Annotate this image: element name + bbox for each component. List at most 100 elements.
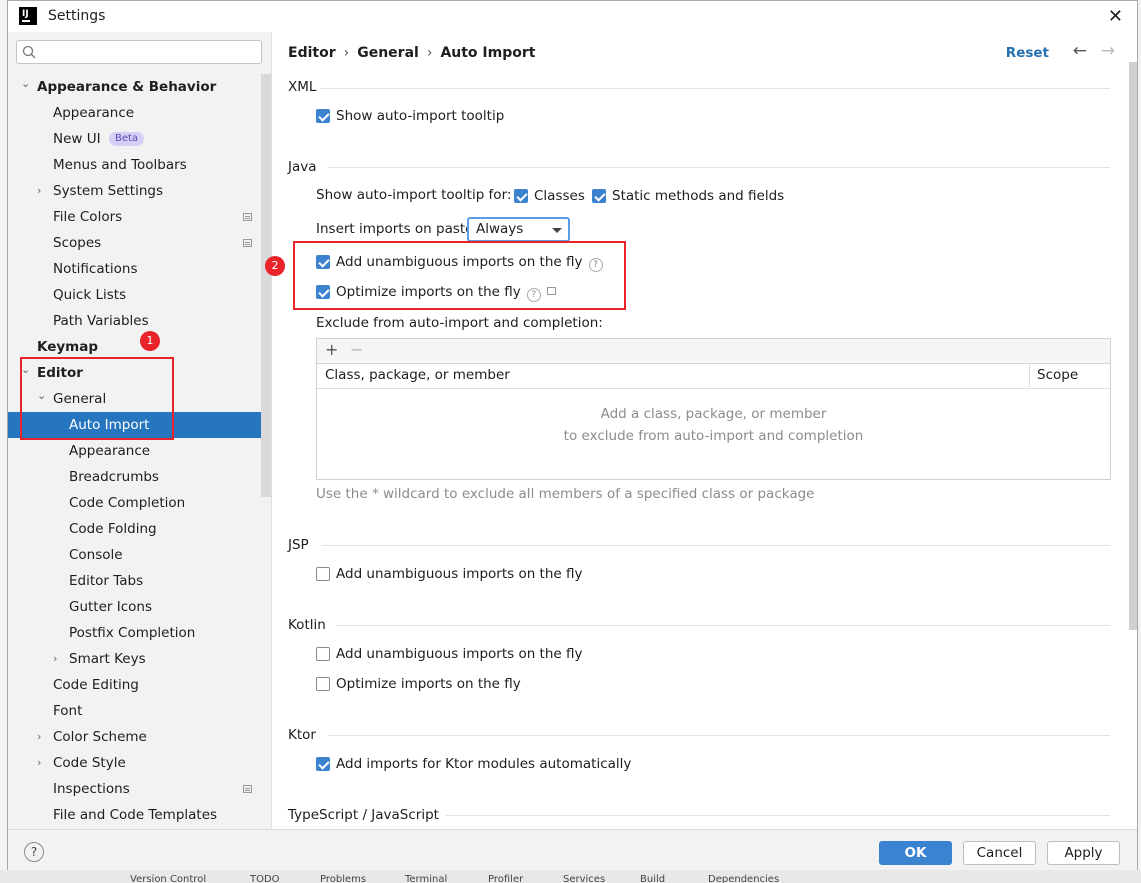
checkbox-checked-icon[interactable] (316, 109, 330, 123)
chevron-down-icon[interactable]: ⌄ (21, 71, 30, 97)
annotation-badge-1: 1 (140, 331, 160, 351)
add-icon[interactable]: + (325, 340, 338, 359)
cancel-button[interactable]: Cancel (963, 841, 1036, 865)
exclude-table: + − Class, package, or member Scope Add … (316, 338, 1111, 480)
sidebar-item-label: Postfix Completion (69, 625, 196, 641)
title-bar: IJ Settings ✕ (8, 1, 1137, 32)
search-input[interactable] (41, 43, 255, 63)
sidebar-item-label: File Colors (53, 209, 123, 225)
sidebar-item-scopes[interactable]: Scopes (8, 230, 271, 256)
checkbox-unchecked-icon[interactable] (316, 647, 330, 661)
sidebar-item-appearance[interactable]: Appearance (8, 100, 271, 126)
ok-button[interactable]: OK (879, 841, 952, 865)
content-scrollbar[interactable] (1129, 62, 1137, 630)
sidebar-item-label: Smart Keys (69, 651, 146, 667)
tooltip-for-label: Show auto-import tooltip for: (316, 187, 512, 203)
exclude-label: Exclude from auto-import and completion: (316, 315, 603, 331)
checkbox-checked-icon[interactable] (316, 757, 330, 771)
chevron-right-icon[interactable]: › (37, 750, 41, 776)
sidebar-item-appearance[interactable]: Appearance (8, 438, 271, 464)
help-button[interactable]: ? (24, 842, 44, 862)
remove-icon[interactable]: − (350, 340, 363, 359)
arrow-left-icon[interactable]: ← (1073, 41, 1087, 61)
wildcard-hint: Use the * wildcard to exclude all member… (316, 486, 815, 502)
section-title-jsp: JSP (288, 537, 309, 553)
section-title-kotlin: Kotlin (288, 617, 326, 633)
sidebar-item-label: Code Completion (69, 495, 186, 511)
sidebar-item-label: Appearance & Behavior (37, 79, 217, 95)
column-header-class[interactable]: Class, package, or member (325, 363, 510, 387)
checkbox-unchecked-icon[interactable] (316, 677, 330, 691)
breadcrumb-editor[interactable]: Editor (288, 45, 336, 61)
section-divider (336, 625, 1110, 626)
chevron-right-icon[interactable]: › (37, 178, 41, 204)
sidebar-item-file-colors[interactable]: File Colors (8, 204, 271, 230)
project-scope-icon (243, 239, 252, 247)
ktor-add-imports-checkbox[interactable]: Add imports for Ktor modules automatical… (316, 754, 631, 776)
java-static-methods-checkbox[interactable]: Static methods and fields (592, 186, 784, 208)
sidebar-item-label: Code Folding (69, 521, 157, 537)
sidebar-item-appearance-behavior[interactable]: ⌄ Appearance & Behavior (8, 74, 271, 100)
sidebar-item-label: Appearance (53, 105, 135, 121)
sidebar-item-notifications[interactable]: Notifications (8, 256, 271, 282)
sidebar-scrollbar[interactable] (261, 74, 271, 497)
settings-dialog: IJ Settings ✕ ⌄ Appearance & Behavior Appe… (7, 0, 1138, 870)
checkbox-checked-icon[interactable] (514, 189, 528, 203)
breadcrumb-general[interactable]: General (357, 45, 419, 61)
sidebar-item-code-editing[interactable]: Code Editing (8, 672, 271, 698)
xml-show-tooltip-checkbox[interactable]: Show auto-import tooltip (316, 106, 504, 128)
arrow-right-icon[interactable]: → (1101, 41, 1115, 61)
intellij-app-icon: IJ (19, 7, 37, 25)
section-divider (446, 815, 1110, 816)
sidebar-item-code-folding[interactable]: Code Folding (8, 516, 271, 542)
sidebar-item-console[interactable]: Console (8, 542, 271, 568)
sidebar-item-label: Breadcrumbs (69, 469, 159, 485)
sidebar-item-menus-and-toolbars[interactable]: Menus and Toolbars (8, 152, 271, 178)
search-field[interactable] (16, 40, 262, 64)
sidebar-item-font[interactable]: Font (8, 698, 271, 724)
sidebar-item-smart-keys[interactable]: › Smart Keys (8, 646, 271, 672)
sidebar-item-path-variables[interactable]: Path Variables (8, 308, 271, 334)
table-header: Class, package, or member Scope (317, 363, 1110, 389)
bg-tab-profiler: Profiler (488, 874, 524, 883)
sidebar-item-postfix-completion[interactable]: Postfix Completion (8, 620, 271, 646)
project-scope-icon (243, 213, 252, 221)
sidebar-item-color-scheme[interactable]: › Color Scheme (8, 724, 271, 750)
sidebar-item-label: System Settings (53, 183, 164, 199)
chevron-right-icon: › (426, 45, 433, 61)
apply-button[interactable]: Apply (1047, 841, 1120, 865)
sidebar-item-new-ui[interactable]: New UI Beta (8, 126, 271, 152)
reset-link[interactable]: Reset (1006, 45, 1049, 61)
sidebar-item-file-and-code-templates[interactable]: File and Code Templates (8, 802, 271, 828)
java-classes-checkbox[interactable]: Classes (514, 186, 585, 208)
sidebar-item-quick-lists[interactable]: Quick Lists (8, 282, 271, 308)
checkbox-unchecked-icon[interactable] (316, 567, 330, 581)
sidebar-item-editor-tabs[interactable]: Editor Tabs (8, 568, 271, 594)
checkbox-checked-icon[interactable] (592, 189, 606, 203)
bg-tab-terminal: Terminal (405, 874, 448, 883)
chevron-right-icon[interactable]: › (37, 724, 41, 750)
window-title: Settings (48, 8, 106, 24)
annotation-box-java-options (293, 241, 626, 310)
dialog-button-bar: ? OK Cancel Apply (8, 829, 1137, 870)
sidebar-item-label: Path Variables (53, 313, 149, 329)
sidebar-item-label: Appearance (69, 443, 151, 459)
sidebar-item-label: Notifications (53, 261, 138, 277)
chevron-right-icon[interactable]: › (53, 646, 57, 672)
sidebar-item-gutter-icons[interactable]: Gutter Icons (8, 594, 271, 620)
dropdown-value: Always (476, 221, 524, 237)
checkbox-label: Optimize imports on the fly (336, 676, 521, 692)
insert-on-paste-label: Insert imports on paste: (316, 221, 479, 237)
kotlin-optimize-checkbox[interactable]: Optimize imports on the fly (316, 674, 521, 696)
sidebar-item-label: New UI (53, 131, 101, 147)
sidebar-item-inspections[interactable]: Inspections (8, 776, 271, 802)
sidebar-item-code-style[interactable]: › Code Style (8, 750, 271, 776)
close-icon[interactable]: ✕ (1108, 6, 1123, 27)
sidebar-item-system-settings[interactable]: › System Settings (8, 178, 271, 204)
kotlin-add-unambiguous-checkbox[interactable]: Add unambiguous imports on the fly (316, 644, 583, 666)
jsp-add-unambiguous-checkbox[interactable]: Add unambiguous imports on the fly (316, 564, 583, 586)
sidebar-item-code-completion[interactable]: Code Completion (8, 490, 271, 516)
sidebar-item-breadcrumbs[interactable]: Breadcrumbs (8, 464, 271, 490)
insert-on-paste-dropdown[interactable]: Always (467, 217, 570, 242)
column-header-scope[interactable]: Scope (1029, 363, 1078, 387)
